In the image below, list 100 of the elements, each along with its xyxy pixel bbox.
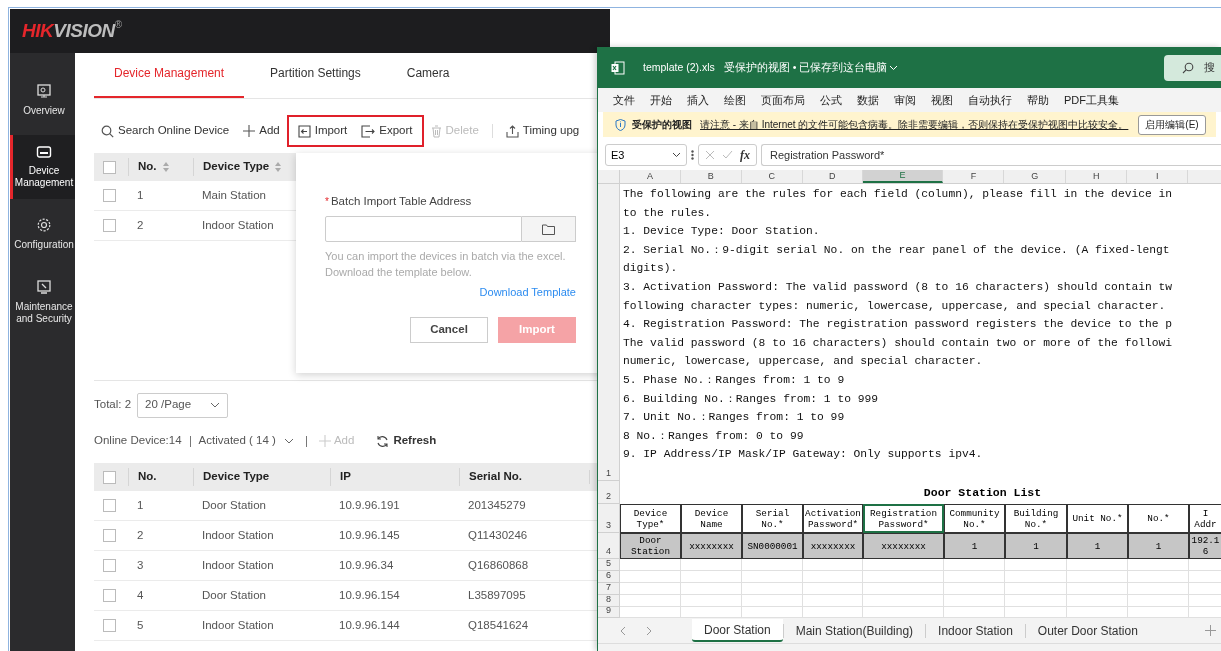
grid-cell[interactable]	[620, 571, 681, 583]
formula-field[interactable]: Registration Password*	[761, 144, 1221, 166]
data-cell[interactable]: Door Station	[620, 533, 681, 559]
sidebar-item[interactable]: Configuration	[10, 207, 75, 261]
data-cell[interactable]: 1	[1128, 533, 1189, 559]
grid-cell[interactable]	[681, 559, 742, 571]
plus-icon[interactable]	[1205, 625, 1216, 636]
menu-item[interactable]: 页面布局	[761, 91, 805, 109]
refresh-button[interactable]: Refresh	[376, 432, 437, 450]
header-cell[interactable]: Unit No.*	[1067, 504, 1128, 533]
data-cell[interactable]: xxxxxxxx	[681, 533, 742, 559]
header-cell[interactable]: Building No.*	[1005, 504, 1067, 533]
grid-cell[interactable]	[1005, 571, 1067, 583]
header-cell[interactable]: No.*	[1128, 504, 1189, 533]
header-cell[interactable]: Activation Password*	[803, 504, 863, 533]
grid-cell[interactable]	[681, 571, 742, 583]
grid-cell[interactable]	[742, 583, 803, 595]
check-icon[interactable]	[722, 150, 733, 160]
grid-cell[interactable]	[1067, 571, 1128, 583]
tab[interactable]: Camera	[386, 64, 470, 98]
data-cell[interactable]: 1	[944, 533, 1005, 559]
header-cell[interactable]: Device Name	[681, 504, 742, 533]
tab[interactable]: Partition Settings	[250, 64, 381, 98]
header-cell[interactable]: Registration Password*	[863, 504, 944, 533]
grid-cell[interactable]	[620, 583, 681, 595]
grid-cell[interactable]	[1005, 595, 1067, 607]
sidebar-item[interactable]: Device Management	[10, 135, 75, 199]
grid-cell[interactable]	[1067, 595, 1128, 607]
save-state-menu[interactable]: 受保护的视图 • 已保存到这台电脑	[723, 59, 899, 76]
export-button[interactable]: Export	[354, 115, 424, 147]
page-size-select[interactable]: 20 /Page	[137, 392, 229, 418]
column-letter[interactable]: B	[680, 170, 742, 183]
checkbox[interactable]	[103, 189, 116, 202]
search-button[interactable]: Search Online Device	[94, 115, 237, 147]
column-letter[interactable]: I	[1127, 170, 1189, 183]
checkbox[interactable]	[103, 619, 116, 632]
sidebar-item[interactable]: Overview	[10, 73, 75, 127]
grid-cell[interactable]	[1067, 559, 1128, 571]
grid-cell[interactable]	[863, 595, 944, 607]
grid-cell[interactable]	[1128, 583, 1189, 595]
grid-cell[interactable]	[620, 595, 681, 607]
checkbox[interactable]	[103, 160, 116, 174]
grid-cell[interactable]	[1128, 571, 1189, 583]
search-field[interactable]: 搜	[1164, 54, 1221, 81]
grid-cell[interactable]	[944, 559, 1005, 571]
sheet-tab[interactable]: Indoor Station	[926, 619, 1025, 642]
sheet-tab[interactable]: Door Station	[692, 619, 783, 642]
file-path-field[interactable]	[325, 216, 522, 243]
data-cell[interactable]: 1	[1005, 533, 1067, 559]
tab[interactable]: Device Management	[94, 64, 245, 98]
column-letter[interactable]: C	[741, 170, 803, 183]
menu-item[interactable]: 自动执行	[968, 91, 1012, 109]
chevron-left-icon[interactable]	[620, 625, 626, 636]
column-letter[interactable]: G	[1004, 170, 1067, 183]
grid-cell[interactable]	[803, 583, 863, 595]
grid-cell[interactable]	[803, 559, 863, 571]
grid-cell[interactable]	[742, 571, 803, 583]
column-letter[interactable]: D	[802, 170, 863, 183]
data-cell[interactable]: 192.1 6	[1189, 533, 1221, 559]
grid-cell[interactable]	[803, 571, 863, 583]
column-letter[interactable]: F	[943, 170, 1005, 183]
menu-item[interactable]: 公式	[820, 91, 842, 109]
sheet-tab[interactable]: Main Station(Building)	[783, 619, 926, 642]
grid-cell[interactable]	[863, 559, 944, 571]
add-button[interactable]: Add	[236, 115, 287, 147]
grid-cell[interactable]	[742, 559, 803, 571]
download-template-link[interactable]: Download Template	[479, 284, 576, 301]
cancel-button[interactable]: Cancel	[410, 316, 488, 343]
grid-cell[interactable]	[863, 583, 944, 595]
grid-cell[interactable]	[944, 595, 1005, 607]
menu-item[interactable]: PDF工具集	[1064, 91, 1119, 109]
grid-cell[interactable]	[1128, 559, 1189, 571]
data-cell[interactable]: xxxxxxxx	[863, 533, 944, 559]
header-cell[interactable]: Device Type*	[620, 504, 681, 533]
data-cell[interactable]: 1	[1067, 533, 1128, 559]
grid-cell[interactable]	[803, 595, 863, 607]
data-cell[interactable]: xxxxxxxx	[803, 533, 863, 559]
checkbox[interactable]	[103, 589, 116, 602]
checkbox[interactable]	[103, 559, 116, 572]
grid-cell[interactable]	[620, 559, 681, 571]
menu-item[interactable]: 视图	[931, 91, 953, 109]
menu-item[interactable]: 开始	[650, 91, 672, 109]
menu-item[interactable]: 绘图	[724, 91, 746, 109]
checkbox[interactable]	[103, 219, 116, 232]
close-icon[interactable]	[705, 150, 715, 160]
status-filter[interactable]: Activated ( 14 )	[198, 432, 294, 450]
name-box[interactable]: E3	[605, 144, 687, 166]
checkbox[interactable]	[103, 529, 116, 542]
checkbox[interactable]	[103, 499, 116, 512]
menu-item[interactable]: 文件	[613, 91, 635, 109]
enable-editing-button[interactable]: 启用编辑(E)	[1138, 114, 1206, 135]
menu-item[interactable]: 帮助	[1027, 91, 1049, 109]
checkbox[interactable]	[103, 470, 116, 484]
menu-item[interactable]: 数据	[857, 91, 879, 109]
sidebar-item[interactable]: Maintenance and Security	[10, 269, 75, 335]
grid-cell[interactable]	[1067, 583, 1128, 595]
column-letter[interactable]: E	[862, 170, 944, 183]
menu-item[interactable]: 插入	[687, 91, 709, 109]
upgrade-button[interactable]: Timing upg	[498, 115, 587, 147]
grid-cell[interactable]	[1005, 583, 1067, 595]
